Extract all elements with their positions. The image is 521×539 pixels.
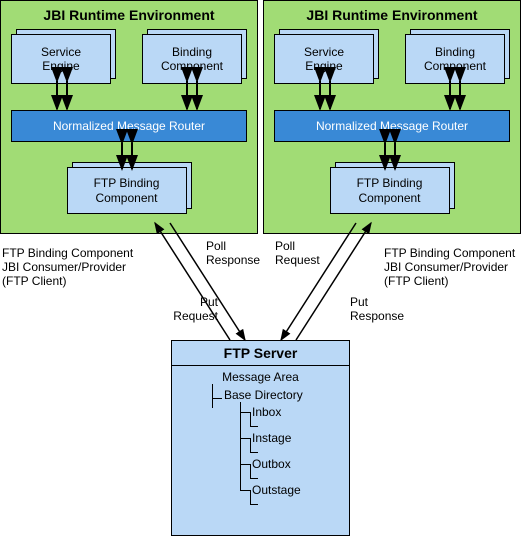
message-area-label: Message Area — [172, 370, 349, 384]
client-label-left: FTP Binding ComponentJBI Consumer/Provid… — [2, 247, 142, 288]
service-engine-stack: ServiceEngine — [274, 29, 379, 84]
normalized-message-router: Normalized Message Router — [11, 110, 247, 142]
poll-response-label: PollResponse — [206, 240, 276, 268]
dir-label: Outstage — [252, 484, 301, 496]
client-label-right: FTP Binding ComponentJBI Consumer/Provid… — [384, 247, 521, 288]
ftp-binding-component: FTP BindingComponent — [67, 167, 187, 214]
ftp-binding-component: FTP BindingComponent — [330, 167, 450, 214]
dir-label: Inbox — [252, 406, 281, 418]
dir-instage: Instage — [240, 432, 349, 458]
jbi-runtime-left: JBI Runtime Environment ServiceEngine Bi… — [0, 0, 258, 234]
top-row: ServiceEngine BindingComponent — [11, 29, 247, 84]
binding-component-stack: BindingComponent — [142, 29, 247, 84]
service-engine: ServiceEngine — [11, 34, 111, 84]
top-row: ServiceEngine BindingComponent — [274, 29, 510, 84]
base-directory-label: Base Directory — [224, 388, 349, 402]
binding-component: BindingComponent — [142, 34, 242, 84]
service-engine: ServiceEngine — [274, 34, 374, 84]
dir-subtree: Inbox Instage Outbox Outstage — [240, 406, 349, 510]
dir-outbox: Outbox — [240, 458, 349, 484]
put-response-label: PutResponse — [350, 296, 420, 324]
jbi-runtime-right: JBI Runtime Environment ServiceEngine Bi… — [263, 0, 521, 234]
put-request-label: PutRequest — [158, 296, 218, 324]
ftp-binding-component-stack: FTP BindingComponent — [330, 162, 455, 214]
binding-component-stack: BindingComponent — [405, 29, 510, 84]
dir-outstage: Outstage — [240, 484, 349, 510]
ftp-server-box: FTP Server Message Area Base Directory I… — [171, 340, 350, 536]
tree-base-dir: Base Directory Inbox Instage Outbox — [212, 388, 349, 510]
jbi-title: JBI Runtime Environment — [274, 7, 510, 23]
jbi-title: JBI Runtime Environment — [11, 7, 247, 23]
poll-request-label: PollRequest — [275, 240, 335, 268]
ftp-server-title: FTP Server — [172, 341, 349, 366]
service-engine-stack: ServiceEngine — [11, 29, 116, 84]
normalized-message-router: Normalized Message Router — [274, 110, 510, 142]
dir-inbox: Inbox — [240, 406, 349, 432]
binding-component: BindingComponent — [405, 34, 505, 84]
dir-label: Outbox — [252, 458, 291, 470]
ftp-binding-component-stack: FTP BindingComponent — [67, 162, 192, 214]
dir-label: Instage — [252, 432, 291, 444]
